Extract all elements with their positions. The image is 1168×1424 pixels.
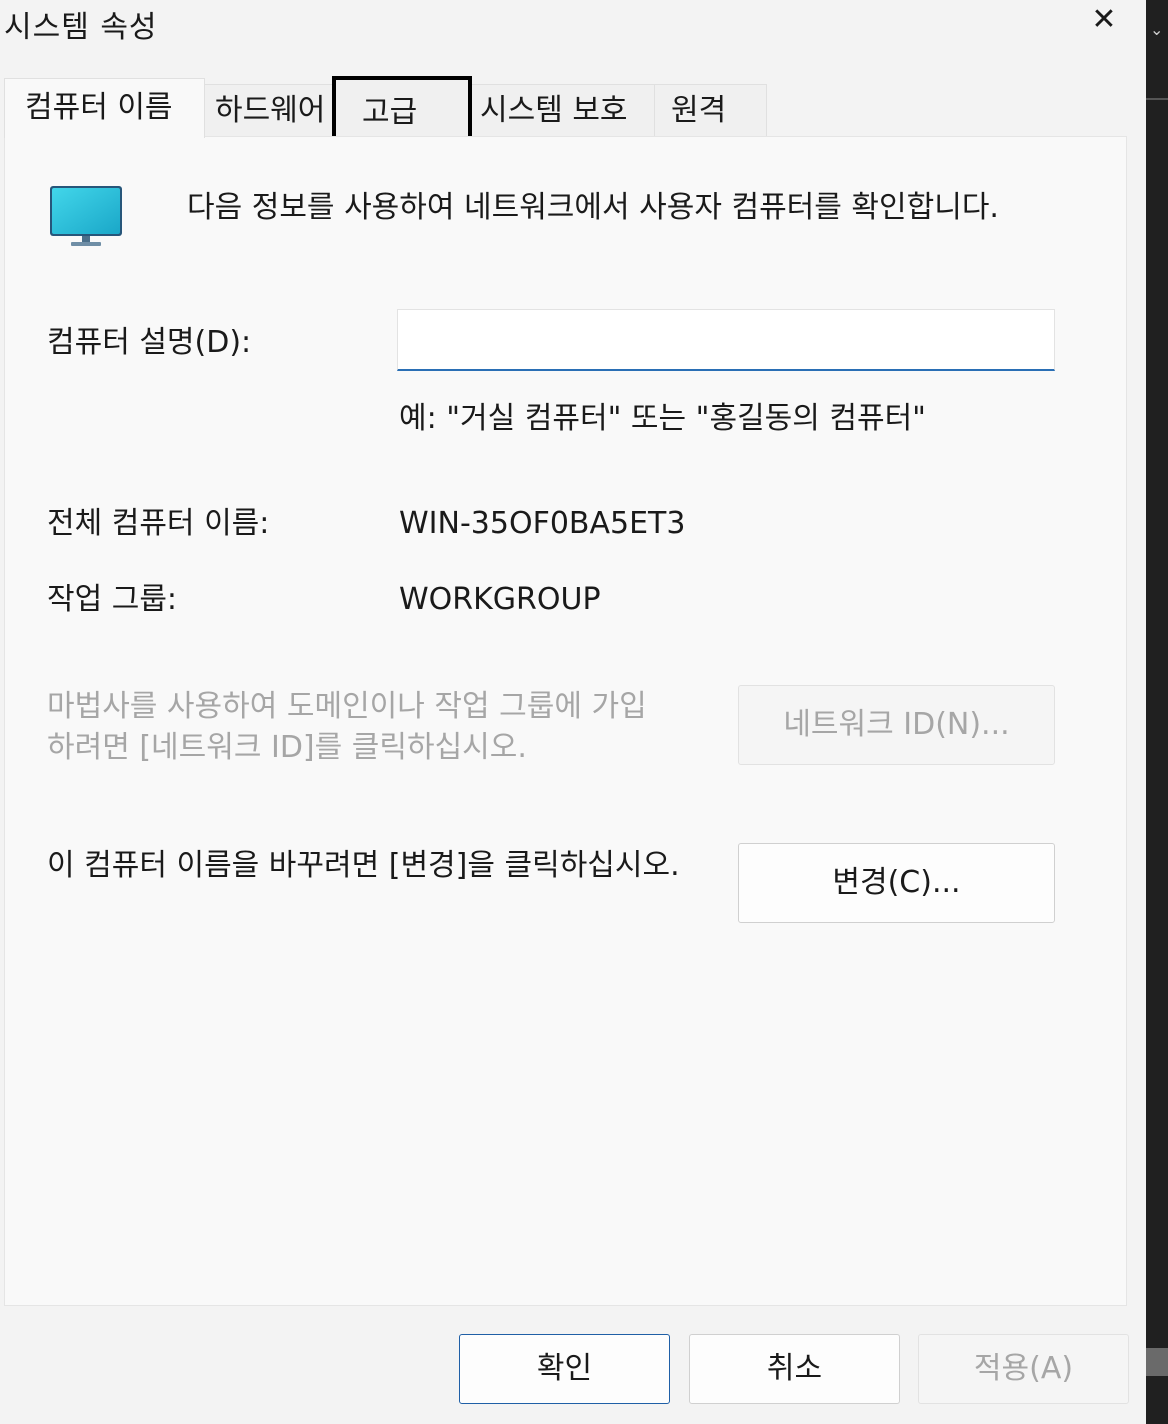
cancel-button[interactable]: 취소 — [689, 1334, 900, 1404]
apply-button[interactable]: 적용(A) — [918, 1334, 1129, 1404]
description-label: 컴퓨터 설명(D): — [47, 325, 252, 360]
ok-button[interactable]: 확인 — [459, 1334, 670, 1404]
background-window-edge: ⌄ — [1146, 0, 1168, 1424]
tab-computer-name[interactable]: 컴퓨터 이름 — [4, 78, 205, 138]
network-id-instruction: 마법사를 사용하여 도메인이나 작업 그룹에 가입하려면 [네트워크 ID]를 … — [47, 689, 647, 765]
tab-hardware[interactable]: 하드웨어 — [205, 84, 335, 136]
intro-text: 다음 정보를 사용하여 네트워크에서 사용자 컴퓨터를 확인합니다. — [187, 190, 999, 225]
system-properties-dialog: 시스템 속성 ✕ 컴퓨터 이름 하드웨어 고급 시스템 보호 원격 다음 정보를… — [0, 0, 1146, 1424]
scrollbar-thumb[interactable] — [1146, 1348, 1168, 1376]
tab-panel-computer-name: 다음 정보를 사용하여 네트워크에서 사용자 컴퓨터를 확인합니다. 컴퓨터 설… — [4, 136, 1127, 1306]
full-computer-name-label: 전체 컴퓨터 이름: — [47, 506, 270, 541]
network-id-button[interactable]: 네트워크 ID(N)... — [738, 685, 1055, 765]
workgroup-label: 작업 그룹: — [47, 582, 178, 617]
close-icon[interactable]: ✕ — [1088, 4, 1120, 36]
change-button[interactable]: 변경(C)... — [738, 843, 1055, 923]
tab-remote[interactable]: 원격 — [655, 84, 767, 136]
divider — [1146, 98, 1168, 100]
change-name-instruction: 이 컴퓨터 이름을 바꾸려면 [변경]을 클릭하십시오. — [47, 848, 680, 883]
chevron-down-icon: ⌄ — [1150, 20, 1164, 39]
description-example: 예: "거실 컴퓨터" 또는 "홍길동의 컴퓨터" — [399, 401, 926, 436]
workgroup-value: WORKGROUP — [399, 582, 601, 617]
window-title: 시스템 속성 — [4, 10, 158, 45]
full-computer-name-value: WIN-35OF0BA5ET3 — [399, 506, 686, 541]
monitor-icon — [50, 186, 122, 246]
tab-system-protection[interactable]: 시스템 보호 — [472, 84, 655, 136]
computer-description-input[interactable] — [397, 309, 1055, 371]
